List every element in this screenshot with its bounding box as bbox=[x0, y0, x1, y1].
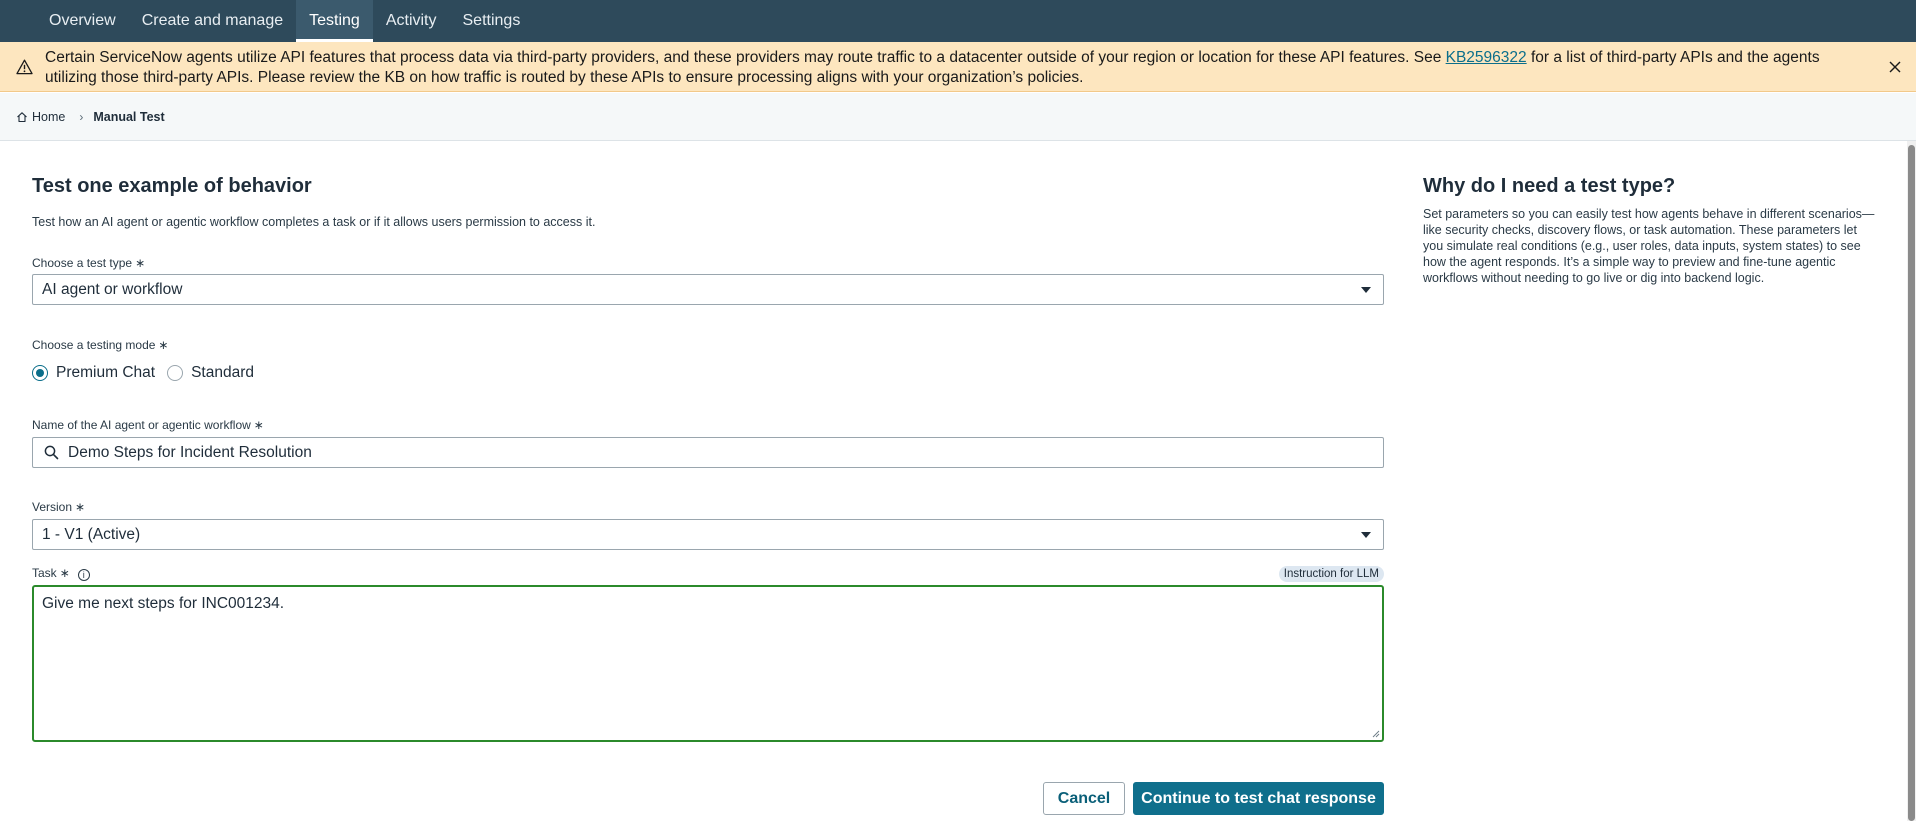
test-type-select[interactable]: AI agent or workflow bbox=[32, 274, 1384, 305]
radio-premium-chat-label: Premium Chat bbox=[56, 364, 156, 381]
third-party-api-warning-banner: Certain ServiceNow agents utilize API fe… bbox=[0, 42, 1916, 92]
version-value: 1 - V1 (Active) bbox=[42, 525, 141, 543]
continue-to-test-chat-button[interactable]: Continue to test chat response bbox=[1133, 782, 1384, 815]
close-icon bbox=[1889, 61, 1901, 73]
version-label: Version ∗ bbox=[32, 500, 85, 514]
agent-name-value: Demo Steps for Incident Resolution bbox=[68, 443, 312, 461]
tab-activity[interactable]: Activity bbox=[373, 0, 450, 42]
chevron-down-icon bbox=[1361, 532, 1371, 538]
testing-mode-label: Choose a testing mode ∗ bbox=[32, 338, 168, 352]
resize-grip-icon[interactable] bbox=[1372, 730, 1380, 738]
radio-standard-label: Standard bbox=[191, 364, 254, 381]
page-description: Test how an AI agent or agentic workflow… bbox=[32, 215, 596, 229]
tab-overview[interactable]: Overview bbox=[36, 0, 129, 42]
chevron-down-icon bbox=[1361, 287, 1371, 293]
task-textarea[interactable]: Give me next steps for INC001234. bbox=[32, 585, 1384, 742]
radio-unselected-icon bbox=[167, 365, 184, 381]
required-marker: ∗ bbox=[59, 566, 70, 580]
tab-create-and-manage[interactable]: Create and manage bbox=[129, 0, 296, 42]
required-marker: ∗ bbox=[253, 418, 264, 432]
required-marker: ∗ bbox=[158, 338, 169, 352]
banner-message: Certain ServiceNow agents utilize API fe… bbox=[45, 48, 1865, 88]
instruction-for-llm-badge: Instruction for LLM bbox=[1278, 566, 1384, 582]
info-icon[interactable]: i bbox=[77, 569, 90, 581]
task-label-text: Task bbox=[32, 566, 57, 580]
breadcrumb: Home › Manual Test bbox=[0, 93, 1916, 141]
top-nav: Overview Create and manage Testing Activ… bbox=[0, 0, 1916, 42]
side-panel-body: Set parameters so you can easily test ho… bbox=[1423, 207, 1875, 285]
breadcrumb-home[interactable]: Home bbox=[16, 110, 65, 124]
testing-mode-label-text: Choose a testing mode bbox=[32, 338, 156, 352]
test-type-label: Choose a test type ∗ bbox=[32, 256, 145, 270]
page-scrollbar[interactable] bbox=[1907, 141, 1916, 821]
breadcrumb-home-label: Home bbox=[32, 109, 66, 124]
radio-selected-icon bbox=[32, 365, 48, 381]
task-value: Give me next steps for INC001234. bbox=[42, 595, 285, 612]
agent-name-label: Name of the AI agent or agentic workflow… bbox=[32, 418, 264, 432]
chevron-right-icon: › bbox=[79, 109, 84, 124]
kb-article-link[interactable]: KB2596322 bbox=[1446, 49, 1527, 66]
banner-text-before: Certain ServiceNow agents utilize API fe… bbox=[45, 49, 1446, 66]
scrollbar-thumb[interactable] bbox=[1908, 145, 1915, 821]
test-type-label-text: Choose a test type bbox=[32, 256, 133, 270]
required-marker: ∗ bbox=[75, 500, 86, 514]
page-title: Test one example of behavior bbox=[32, 175, 312, 197]
tab-testing[interactable]: Testing bbox=[296, 0, 373, 42]
version-select[interactable]: 1 - V1 (Active) bbox=[32, 519, 1384, 550]
testing-mode-radio-group: Premium Chat Standard bbox=[32, 364, 266, 382]
banner-close-button[interactable] bbox=[1886, 58, 1904, 76]
test-type-value: AI agent or workflow bbox=[42, 280, 183, 298]
home-icon bbox=[17, 111, 27, 122]
task-label: Task ∗ i bbox=[32, 566, 90, 581]
breadcrumb-current: Manual Test bbox=[93, 109, 165, 124]
radio-standard[interactable]: Standard bbox=[167, 364, 254, 382]
tab-settings[interactable]: Settings bbox=[450, 0, 534, 42]
version-label-text: Version bbox=[32, 500, 73, 514]
side-panel-title: Why do I need a test type? bbox=[1423, 175, 1676, 197]
agent-name-label-text: Name of the AI agent or agentic workflow bbox=[32, 418, 251, 432]
radio-premium-chat[interactable]: Premium Chat bbox=[32, 364, 155, 382]
warning-triangle-icon bbox=[16, 59, 33, 75]
cancel-button[interactable]: Cancel bbox=[1043, 782, 1125, 815]
agent-name-search-input[interactable]: Demo Steps for Incident Resolution bbox=[32, 437, 1384, 468]
required-marker: ∗ bbox=[135, 256, 146, 270]
search-icon bbox=[44, 445, 59, 460]
